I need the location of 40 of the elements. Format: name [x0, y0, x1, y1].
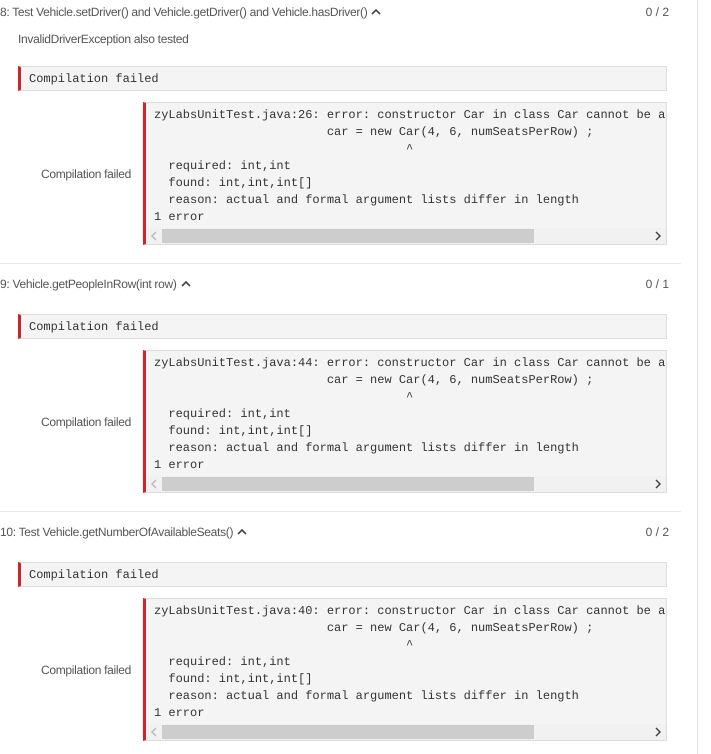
code-line: required: int,int: [167, 654, 291, 671]
result-banner: Compilation failed: [18, 314, 667, 339]
test-description: InvalidDriverException also tested: [18, 31, 190, 48]
code-line: zyLabsUnitTest.java:40: error: constructor Car in class Car cannot be a: [153, 603, 666, 620]
code-line: 1 error: [153, 705, 204, 722]
scrollbar-thumb[interactable]: [162, 229, 534, 243]
result-banner: Compilation failed: [18, 562, 667, 587]
code-line: ^: [405, 637, 414, 654]
test-title[interactable]: 10: Test Vehicle.getNumberOfAvailableSeats(): [0, 523, 234, 541]
code-line: car = new Car(4, 6, numSeatsPerRow) ;: [326, 124, 594, 141]
code-line: ^: [405, 141, 414, 158]
test-score: 0 / 1: [646, 276, 669, 293]
code-line: reason: actual and formal argument lists differ in length: [167, 192, 579, 209]
code-line: 1 error: [153, 457, 204, 474]
scrollbar-thumb[interactable]: [162, 725, 534, 739]
scrollbar-thumb[interactable]: [162, 477, 534, 491]
code-line: reason: actual and formal argument lists differ in length: [167, 440, 579, 457]
code-line: car = new Car(4, 6, numSeatsPerRow) ;: [326, 620, 594, 637]
chevron-up-icon[interactable]: [180, 279, 191, 289]
code-line: car = new Car(4, 6, numSeatsPerRow) ;: [326, 372, 594, 389]
test-score: 0 / 2: [646, 4, 669, 21]
code-line: zyLabsUnitTest.java:44: error: constructor Car in class Car cannot be a: [153, 355, 666, 372]
test-title[interactable]: 9: Vehicle.getPeopleInRow(int row): [0, 275, 177, 293]
result-banner: Compilation failed: [18, 66, 667, 91]
code-line: found: int,int,int[]: [167, 671, 312, 688]
code-line: required: int,int: [167, 406, 291, 423]
code-line: found: int,int,int[]: [167, 175, 312, 192]
output-label: Compilation failed: [41, 414, 131, 430]
code-line: ^: [405, 389, 414, 406]
output-label: Compilation failed: [41, 166, 131, 182]
test-title[interactable]: 8: Test Vehicle.setDriver() and Vehicle.getDriver() and Vehicle.hasDriver(): [0, 3, 368, 21]
code-line: required: int,int: [167, 158, 291, 175]
chevron-up-icon[interactable]: [237, 527, 248, 537]
output-label: Compilation failed: [41, 662, 131, 678]
test-score: 0 / 2: [646, 524, 669, 541]
code-line: found: int,int,int[]: [167, 423, 312, 440]
chevron-up-icon[interactable]: [371, 7, 382, 17]
code-line: 1 error: [153, 209, 204, 226]
code-line: zyLabsUnitTest.java:26: error: constructor Car in class Car cannot be a: [153, 107, 666, 124]
code-line: reason: actual and formal argument lists differ in length: [167, 688, 579, 705]
